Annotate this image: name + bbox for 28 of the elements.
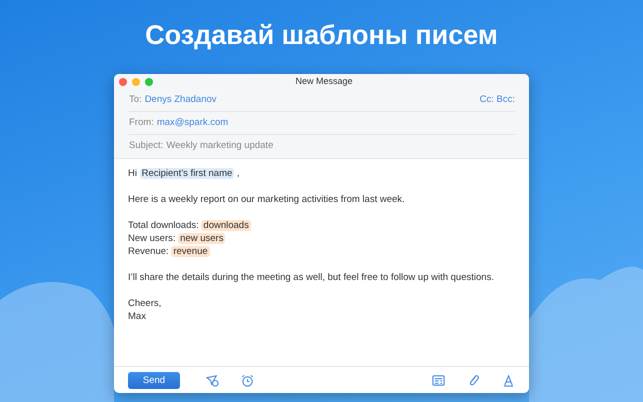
template-icon[interactable] (432, 374, 445, 386)
body-text: Hi (128, 168, 137, 179)
headline: Создавай шаблоны писем (144, 19, 499, 52)
zoom-button[interactable] (145, 78, 153, 86)
placeholder-tag[interactable]: revenue (171, 246, 210, 257)
placeholder-tag[interactable]: new users (178, 233, 226, 244)
text-format-icon[interactable] (502, 374, 515, 386)
send-button[interactable]: Send (128, 372, 180, 388)
placeholder-tag[interactable]: Recipient’s first name (140, 168, 234, 179)
alarm-clock-icon[interactable] (241, 374, 254, 386)
body-text: Total downloads: (128, 220, 199, 231)
body-text: Here is a weekly report on our marketing activities from last week. (128, 194, 405, 205)
send-later-icon[interactable] (206, 374, 219, 386)
subject-label: Subject: (129, 139, 164, 154)
close-button[interactable] (119, 78, 127, 86)
body-text: New users: (128, 233, 176, 244)
body-text: Cheers, (128, 298, 162, 309)
body-text: Revenue: (128, 246, 169, 257)
to-label: To: (129, 92, 142, 107)
paperclip-icon[interactable] (467, 374, 480, 386)
recipient-name[interactable]: Denys Zhadanov (144, 92, 217, 108)
body-text: , (236, 168, 240, 179)
placeholder-tag[interactable]: downloads (201, 220, 251, 231)
subject-text: Weekly marketing update (166, 139, 274, 154)
from-label: From: (129, 116, 154, 130)
body-text: I’ll share the details during the meeting as well, but feel free to follow up with questions. (128, 272, 494, 283)
body-text: Max (128, 311, 146, 322)
window-title: New Message (294, 75, 354, 88)
